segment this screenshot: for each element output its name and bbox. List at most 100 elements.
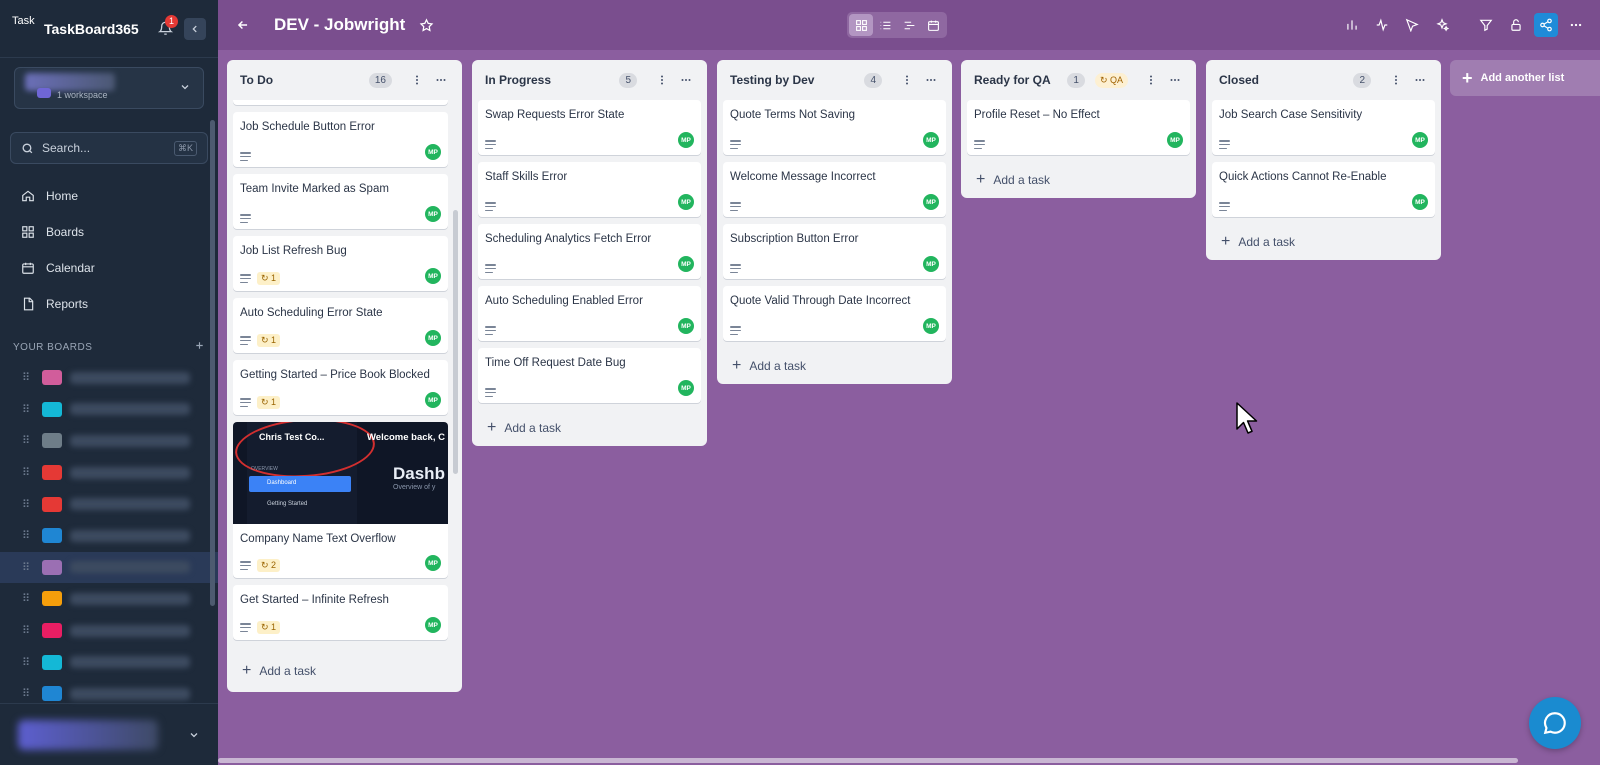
list-menu-button[interactable] [1411,71,1429,89]
list-menu-button[interactable] [677,71,695,89]
back-button[interactable] [232,14,254,36]
list-options-button[interactable] [653,71,671,89]
task-card[interactable]: Auto Scheduling Enabled Error MP [478,286,701,341]
assignee-avatar[interactable]: MP [1412,194,1428,210]
filter-button[interactable] [1474,13,1498,37]
drag-handle-icon[interactable]: ⠿ [22,498,32,511]
assignee-avatar[interactable]: MP [425,144,441,160]
drag-handle-icon[interactable]: ⠿ [22,561,32,574]
drag-handle-icon[interactable]: ⠿ [22,403,32,416]
sidebar-board-item[interactable]: ⠿ [0,394,218,426]
add-task-button[interactable]: + Add a task [472,410,707,446]
board-horizontal-scrollbar[interactable] [218,758,1518,763]
assignee-avatar[interactable]: MP [678,256,694,272]
add-another-list-button[interactable]: + Add another list [1450,60,1600,96]
sidebar-board-item[interactable]: ⠿ [0,362,218,394]
workspace-selector[interactable]: 1 workspace [14,67,204,109]
analytics-button[interactable] [1340,13,1364,37]
assignee-avatar[interactable]: MP [923,194,939,210]
assignee-avatar[interactable]: MP [678,132,694,148]
assignee-avatar[interactable]: MP [678,380,694,396]
task-card[interactable]: Job List Refresh Bug ↻ 1 MP [233,236,448,291]
task-card[interactable]: Subscription Button Error MP [723,224,946,279]
list-title[interactable]: Ready for QA [974,73,1067,87]
task-card[interactable]: Swap Requests Error State MP [478,100,701,155]
list-cards-scroll[interactable]: Job Schedule Button Error MP Team Invite M… [227,100,462,653]
task-card[interactable]: Team Invite Marked as Spam MP [233,174,448,229]
assignee-avatar[interactable]: MP [425,206,441,222]
assignee-avatar[interactable]: MP [425,330,441,346]
task-card[interactable]: Profile Reset – No Effect MP [967,100,1190,155]
add-task-button[interactable]: + Add a task [227,653,462,689]
drag-handle-icon[interactable]: ⠿ [22,656,32,669]
task-card[interactable]: Time Off Request Date Bug MP [478,348,701,403]
task-card[interactable]: Get Started – Infinite Refresh ↻ 1 MP [233,585,448,640]
list-menu-button[interactable] [922,71,940,89]
task-card[interactable]: Staff Skills Error MP [478,162,701,217]
list-title[interactable]: In Progress [485,73,619,87]
drag-handle-icon[interactable]: ⠿ [22,371,32,384]
sidebar-item-home[interactable]: Home [0,178,218,214]
sidebar-item-boards[interactable]: Boards [0,214,218,250]
assignee-avatar[interactable]: MP [923,256,939,272]
sidebar-board-item[interactable]: ⠿ [0,457,218,489]
task-card[interactable]: Welcome Message Incorrect MP [723,162,946,217]
drag-handle-icon[interactable]: ⠿ [22,466,32,479]
list-view-button[interactable] [873,14,897,36]
assignee-avatar[interactable]: MP [1167,132,1183,148]
sidebar-board-item[interactable]: ⠿ [0,551,218,584]
task-card-partial[interactable] [233,100,448,105]
task-card[interactable]: Getting Started – Price Book Blocked ↻ 1 M… [233,360,448,415]
board-title[interactable]: DEV - Jobwright [274,15,405,35]
sidebar-board-item[interactable]: ⠿ [0,615,218,647]
list-scrollbar[interactable] [453,210,458,474]
share-button[interactable] [1534,13,1558,37]
sidebar-board-item[interactable]: ⠿ [0,583,218,615]
task-card[interactable]: Auto Scheduling Error State ↻ 1 MP [233,298,448,353]
drag-handle-icon[interactable]: ⠿ [22,624,32,637]
drag-handle-icon[interactable]: ⠿ [22,529,32,542]
chat-support-button[interactable] [1529,697,1581,749]
task-card[interactable]: Quote Valid Through Date Incorrect MP [723,286,946,341]
sidebar-item-reports[interactable]: Reports [0,286,218,322]
ai-button[interactable] [1430,13,1454,37]
assignee-avatar[interactable]: MP [425,392,441,408]
search-input[interactable]: Search... ⌘K [10,132,208,164]
activity-button[interactable] [1370,13,1394,37]
user-menu[interactable] [0,703,218,765]
assignee-avatar[interactable]: MP [1412,132,1428,148]
sidebar-board-item[interactable]: ⠿ [0,425,218,457]
assignee-avatar[interactable]: MP [425,555,441,571]
assignee-avatar[interactable]: MP [923,318,939,334]
task-card[interactable]: Job Schedule Button Error MP [233,112,448,167]
sidebar-item-calendar[interactable]: Calendar [0,250,218,286]
task-card-with-cover[interactable]: Chris Test Co... OVERVIEW Dashboard Getting… [233,422,448,578]
automation-button[interactable] [1400,13,1424,37]
task-card[interactable]: Quote Terms Not Saving MP [723,100,946,155]
list-menu-button[interactable] [432,71,450,89]
drag-handle-icon[interactable]: ⠿ [22,687,32,700]
favorite-button[interactable] [419,17,434,33]
drag-handle-icon[interactable]: ⠿ [22,434,32,447]
calendar-view-button[interactable] [921,14,945,36]
timeline-view-button[interactable] [897,14,921,36]
sidebar-board-item[interactable]: ⠿ [0,488,218,520]
sidebar-board-item[interactable]: ⠿ [0,520,218,552]
list-title[interactable]: To Do [240,73,369,87]
list-options-button[interactable] [898,71,916,89]
list-options-button[interactable] [1142,71,1160,89]
assignee-avatar[interactable]: MP [425,268,441,284]
list-options-button[interactable] [408,71,426,89]
drag-handle-icon[interactable]: ⠿ [22,592,32,605]
assignee-avatar[interactable]: MP [923,132,939,148]
lock-button[interactable] [1504,13,1528,37]
list-title[interactable]: Testing by Dev [730,73,864,87]
sidebar-board-item[interactable]: ⠿ [0,646,218,678]
add-task-button[interactable]: + Add a task [1206,224,1441,260]
add-task-button[interactable]: + Add a task [961,162,1196,198]
list-title[interactable]: Closed [1219,73,1353,87]
more-options-button[interactable] [1564,13,1588,37]
assignee-avatar[interactable]: MP [425,617,441,633]
list-options-button[interactable] [1387,71,1405,89]
list-menu-button[interactable] [1166,71,1184,89]
